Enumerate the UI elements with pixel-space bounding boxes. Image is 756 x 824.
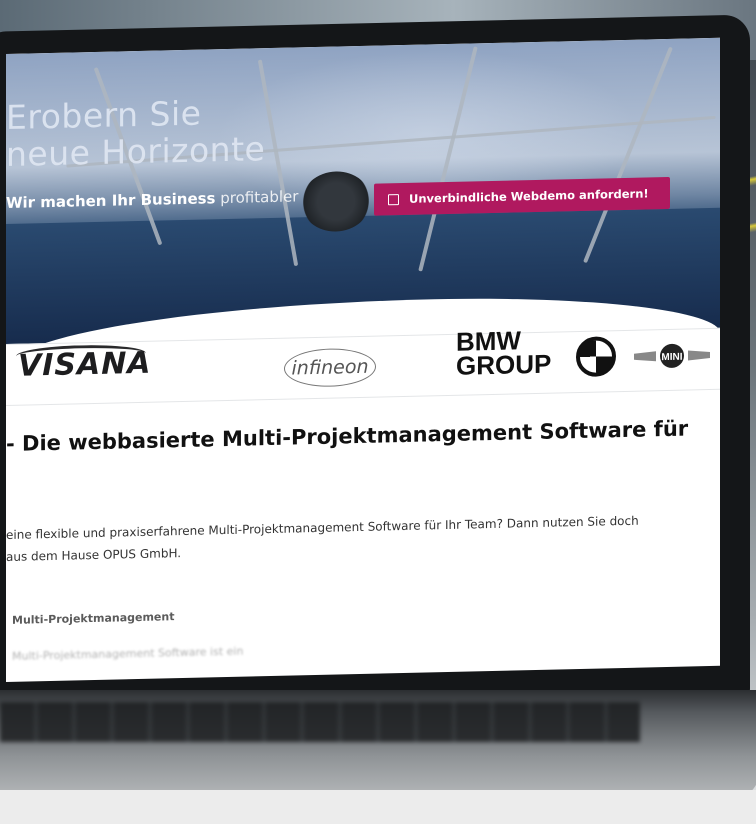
calendar-icon <box>388 193 399 205</box>
page-heading: - Die webbasierte Multi-Projektmanagemen… <box>6 416 689 456</box>
hero-title: Erobern Sie neue Horizonte <box>6 93 266 174</box>
cta-label: Unverbindliche Webdemo anfordern! <box>409 186 649 206</box>
infineon-logo-text: infineon <box>291 355 369 380</box>
mini-logo-text: MINI <box>661 352 682 363</box>
keyboard <box>0 702 640 742</box>
desk-surface <box>0 790 756 824</box>
laptop-screen: Erobern Sie neue Horizonte Wir machen Ih… <box>6 37 720 683</box>
webdemo-cta-button[interactable]: Unverbindliche Webdemo anfordern! <box>374 176 670 216</box>
bmw-group-logo: BMW GROUP <box>456 325 552 381</box>
section-subheading: Multi-Projektmanagement <box>12 610 175 627</box>
hero-subtitle-light: profitabler <box>220 187 299 208</box>
mini-logo: MINI <box>634 343 710 368</box>
visana-logo: VISANA <box>18 345 152 384</box>
hero-title-line2: neue Horizonte <box>6 129 266 174</box>
bmw-logo-line2: GROUP <box>456 348 552 381</box>
intro-paragraph: eine flexible und praxiserfahrene Multi-… <box>6 510 639 568</box>
blurred-text: Multi-Projektmanagement Software ist ein <box>12 644 244 663</box>
